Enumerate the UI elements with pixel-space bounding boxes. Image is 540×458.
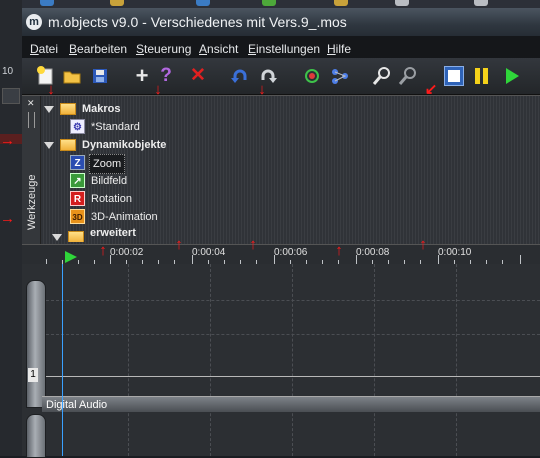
app-logo-icon[interactable]: m — [26, 14, 42, 30]
annotation-arrow-down-icon: ↙ — [424, 81, 438, 98]
audio-track-label[interactable]: Digital Audio — [42, 396, 540, 412]
tools-panel: ✕ Werkzeuge Makros ⚙ *Standard Dynamikob… — [22, 95, 540, 244]
annotation-arrow-up-icon: ↑ — [249, 236, 257, 253]
tools-side-rail: ✕ Werkzeuge — [22, 96, 41, 244]
pause-icon[interactable] — [472, 66, 492, 86]
ruler-label: 0:00:08 — [356, 247, 390, 258]
annotation-arrow-up-icon: ↑ — [335, 242, 343, 259]
taskbar-app-icon[interactable] — [110, 0, 124, 6]
play-icon[interactable] — [502, 66, 522, 86]
folder-icon — [60, 103, 76, 115]
desktop-left-strip: 10 — [0, 0, 22, 456]
tree-item-label: *Standard — [91, 121, 140, 133]
open-icon[interactable] — [62, 66, 82, 86]
tree-group-label: erweitert — [90, 228, 136, 239]
track-header[interactable] — [26, 280, 46, 408]
taskbar-app-icon[interactable] — [474, 0, 488, 6]
annotation-arrow-down-icon: ↓ — [258, 81, 266, 98]
track-number: 1 — [28, 368, 38, 382]
tree-group-makros[interactable]: Makros — [44, 100, 344, 118]
drag-handle[interactable] — [28, 112, 35, 128]
tree-item-label: Rotation — [91, 193, 132, 205]
close-icon[interactable]: ✕ — [27, 98, 35, 109]
window-title: m.objects v9.0 - Verschiedenes mit Vers.… — [48, 14, 347, 30]
folder-icon — [60, 139, 76, 151]
taskbar-app-icon[interactable] — [196, 0, 210, 6]
zoom-in-icon[interactable] — [372, 66, 392, 86]
tree-item-standard[interactable]: ⚙ *Standard — [70, 118, 270, 136]
tree-item-label: Zoom — [89, 154, 126, 174]
folder-icon — [68, 231, 84, 242]
tree-group-label: Dynamikobjekte — [82, 139, 167, 151]
stop-icon[interactable] — [444, 66, 464, 86]
tree-item-label: 3D-Animation — [91, 211, 158, 223]
rotation-letter-icon: R — [70, 191, 85, 206]
node-icon[interactable] — [302, 66, 322, 86]
taskbar-app-icon[interactable] — [262, 0, 276, 6]
audio-level-line — [46, 376, 540, 377]
annotation-arrow-up-icon: ↑ — [99, 242, 107, 259]
delete-icon[interactable]: ✕ — [188, 66, 208, 86]
macro-icon: ⚙ — [70, 119, 85, 134]
taskbar-app-icon[interactable] — [40, 0, 54, 6]
ruler-label: 0:00:04 — [192, 247, 226, 258]
tree-item-3d-animation[interactable]: 3D 3D-Animation — [70, 208, 270, 226]
tree-item-bildfeld[interactable]: ↗ Bildfeld — [70, 172, 270, 190]
tree-item-zoom[interactable]: Z Zoom — [70, 154, 270, 174]
zoom-letter-icon: Z — [70, 155, 85, 170]
expand-triangle-icon[interactable] — [52, 234, 62, 241]
add-icon[interactable]: + — [132, 65, 152, 87]
undo-icon[interactable] — [230, 66, 250, 86]
tree-item-rotation[interactable]: R Rotation — [70, 190, 270, 208]
zoom-out-icon[interactable] — [398, 66, 418, 86]
menu-bar: Datei Bearbeiten Steuerung Ansicht Einst… — [22, 36, 540, 58]
track-header[interactable] — [26, 414, 46, 458]
desktop-control[interactable] — [2, 88, 20, 104]
expand-triangle-icon[interactable] — [44, 106, 54, 113]
taskbar-app-icon[interactable] — [334, 0, 348, 6]
ruler-label: 0:00:06 — [274, 247, 308, 258]
tree-group-label: Makros — [82, 103, 121, 115]
tree-group-dynamikobjekte[interactable]: Dynamikobjekte — [44, 136, 344, 154]
annotation-arrow-right-icon: → — [0, 132, 15, 149]
annotation-arrow-right-icon: → — [0, 210, 15, 227]
app-window: m m.objects v9.0 - Verschiedenes mit Ver… — [22, 8, 540, 458]
taskbar-app-icon[interactable] — [395, 0, 409, 6]
annotation-arrow-down-icon: ↓ — [154, 81, 162, 98]
annotation-arrow-down-icon: ↓ — [47, 81, 55, 98]
image-field-icon: ↗ — [70, 173, 85, 188]
playhead-line[interactable] — [62, 264, 63, 456]
tree-item-label: Bildfeld — [91, 175, 128, 187]
tools-side-label: Werkzeuge — [26, 174, 38, 230]
animation-3d-icon: 3D — [70, 209, 85, 224]
title-bar[interactable]: m m.objects v9.0 - Verschiedenes mit Ver… — [22, 8, 540, 36]
tree-group-erweitert[interactable]: erweitert — [52, 228, 252, 242]
ruler-label: 0:00:10 — [438, 247, 472, 258]
save-icon[interactable] — [90, 66, 110, 86]
timeline-area[interactable]: 1 Digital Audio — [22, 264, 540, 458]
ruler-label: 0:00:02 — [110, 247, 144, 258]
annotation-arrow-up-icon: ↑ — [175, 236, 183, 253]
desktop-taskbar-top — [0, 0, 540, 8]
desktop-number: 10 — [2, 66, 14, 77]
annotation-arrow-up-icon: ↑ — [419, 236, 427, 253]
network-icon[interactable] — [330, 66, 350, 86]
playhead-marker-icon[interactable] — [64, 251, 78, 263]
toolbar: + ? ✕ — [22, 58, 540, 95]
expand-triangle-icon[interactable] — [44, 142, 54, 149]
